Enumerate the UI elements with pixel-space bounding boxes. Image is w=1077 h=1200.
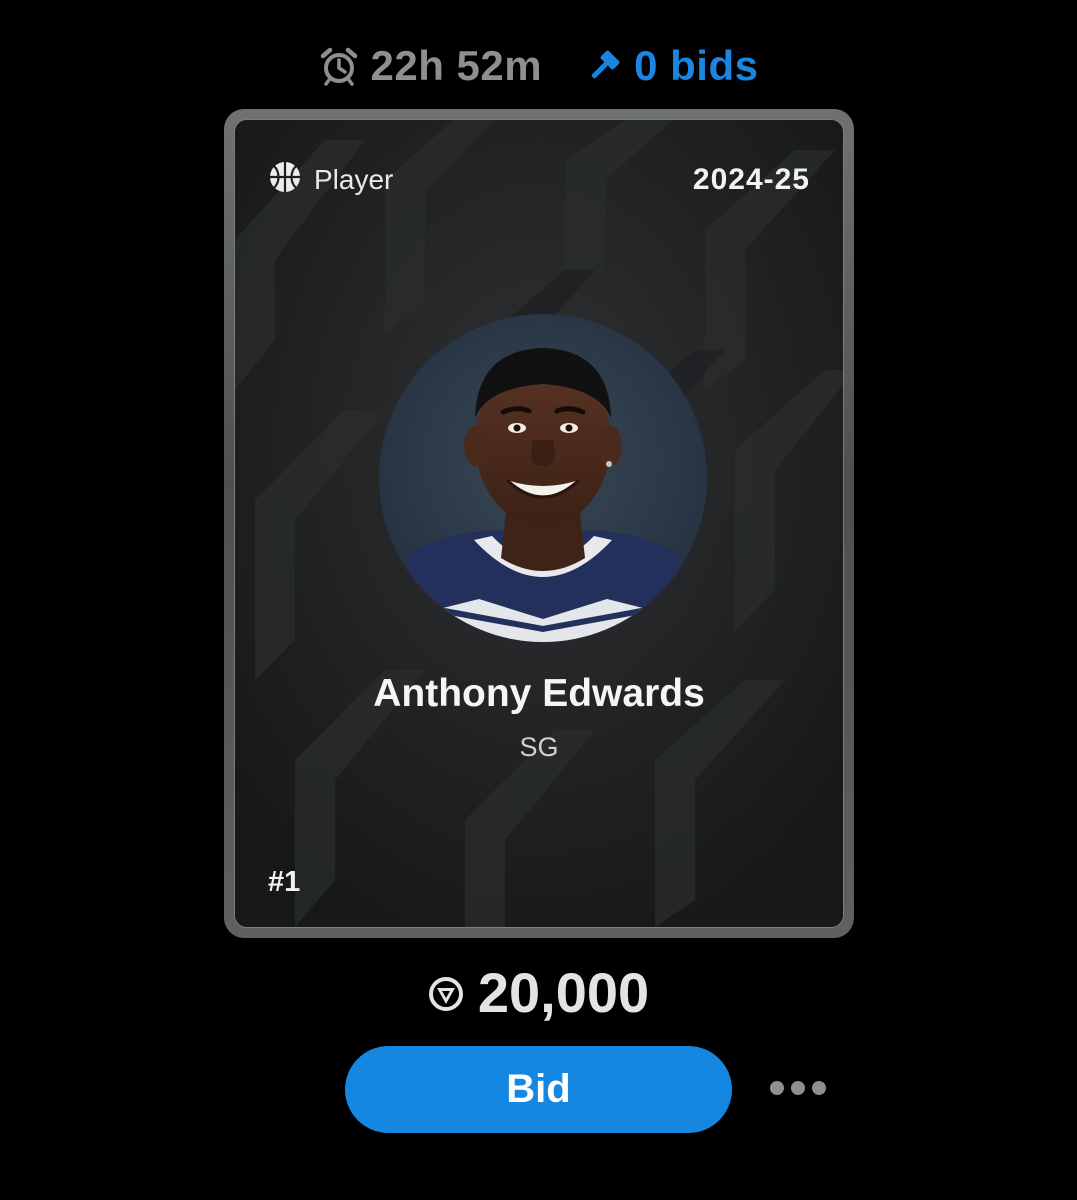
- basketball-icon: [268, 160, 302, 201]
- card-type-label: Player: [314, 164, 394, 195]
- time-remaining-text: 22h 52m: [370, 42, 543, 89]
- bids-count[interactable]: 0 bids: [586, 42, 758, 90]
- alarm-clock-icon: [319, 46, 359, 86]
- more-options-button[interactable]: [766, 1070, 830, 1110]
- gavel-icon: [586, 48, 622, 84]
- card-serial-number: #1: [268, 866, 301, 898]
- auction-page: 22h 52m 0 bids Player 2024-25 Anthony Ed…: [0, 0, 1077, 1200]
- player-name: Anthony Edwards: [373, 672, 705, 715]
- card-season: 2024-25: [692, 163, 810, 196]
- bids-count-text: 0 bids: [634, 42, 759, 89]
- price-amount: 20,000: [477, 960, 650, 1024]
- more-dots-icon: [769, 1080, 827, 1101]
- current-price: 20,000: [0, 958, 1077, 1026]
- player-card[interactable]: Player 2024-25 Anthony Edwards SG #1: [224, 109, 854, 938]
- coin-icon: [428, 960, 464, 1025]
- player-position: SG: [519, 732, 559, 762]
- card-type: Player: [268, 160, 393, 201]
- bid-button[interactable]: Bid: [345, 1046, 732, 1133]
- player-card-face: Player 2024-25 Anthony Edwards SG #1: [234, 119, 844, 928]
- time-remaining: 22h 52m: [319, 42, 543, 90]
- auction-status-bar: 22h 52m 0 bids: [0, 38, 1077, 94]
- card-header: Player 2024-25: [268, 160, 810, 200]
- player-avatar: [379, 314, 707, 642]
